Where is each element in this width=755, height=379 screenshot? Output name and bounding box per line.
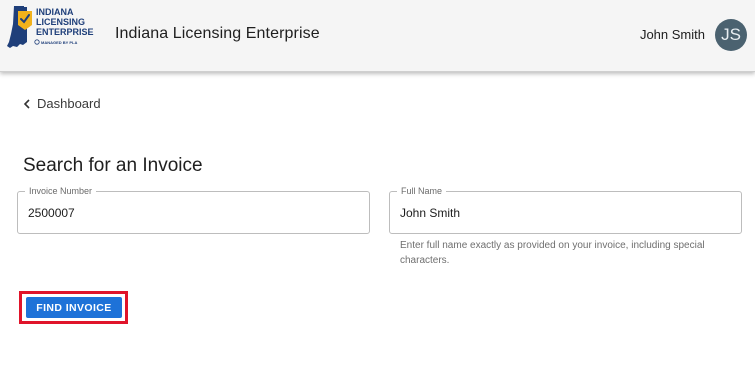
full-name-label: Full Name [397,186,447,196]
back-link-label: Dashboard [37,96,101,111]
full-name-value[interactable]: John Smith [400,206,460,220]
avatar-initials: JS [721,25,741,44]
invoice-number-value[interactable]: 2500007 [28,206,75,220]
svg-text:ENTERPRISE: ENTERPRISE [36,27,94,37]
invoice-number-field[interactable]: Invoice Number 2500007 [17,186,370,234]
invoice-number-label: Invoice Number [25,186,97,196]
page-title: Search for an Invoice [23,155,203,176]
full-name-hint: Enter full name exactly as provided on y… [400,240,705,266]
app-header: INDIANA LICENSING ENTERPRISE MANAGED BY … [0,0,755,72]
svg-text:LICENSING: LICENSING [36,17,85,27]
user-name[interactable]: John Smith [640,27,705,42]
svg-text:MANAGED BY PLA: MANAGED BY PLA [41,40,77,45]
chevron-left-icon [23,98,30,109]
full-name-field[interactable]: Full Name John Smith [389,186,742,234]
back-to-dashboard-link[interactable]: Dashboard [23,96,101,111]
user-avatar[interactable]: JS [715,19,747,51]
svg-text:INDIANA: INDIANA [36,7,74,17]
find-invoice-button[interactable]: FIND INVOICE [26,297,122,318]
indiana-licensing-logo[interactable]: INDIANA LICENSING ENTERPRISE MANAGED BY … [5,4,97,50]
app-title: Indiana Licensing Enterprise [115,25,320,42]
